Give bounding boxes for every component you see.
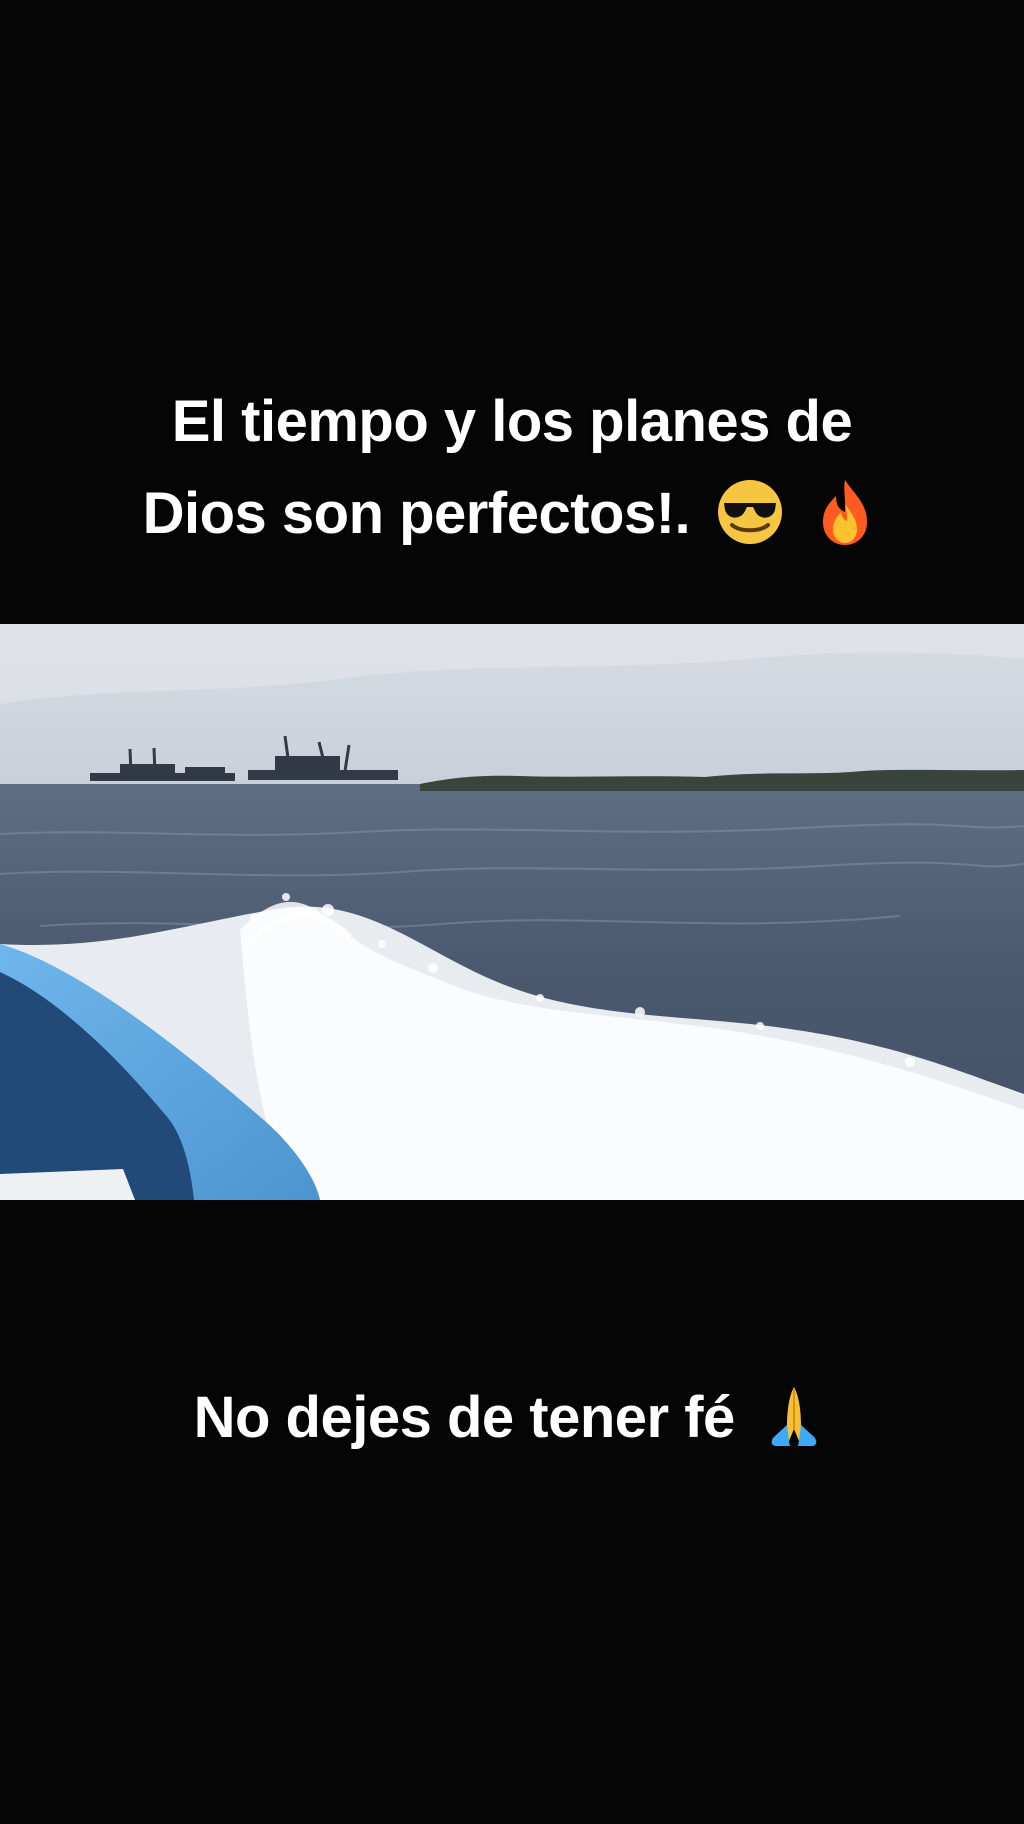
top-caption: El tiempo y los planes de Dios son perfe… xyxy=(0,376,1024,560)
fire-icon xyxy=(809,476,881,548)
top-caption-line-1: El tiempo y los planes de xyxy=(171,389,853,454)
bottom-caption-text: No dejes de tener fé xyxy=(193,1385,736,1450)
top-caption-line-2: Dios son perfectos!. xyxy=(0,468,1024,560)
video-frame[interactable] xyxy=(0,624,1024,1200)
bottom-caption-line: No dejes de tener fé xyxy=(0,1372,1024,1464)
folded-hands-icon xyxy=(758,1380,830,1452)
bottom-caption: No dejes de tener fé xyxy=(0,1372,1024,1464)
boat-wake-scene xyxy=(0,624,1024,1200)
sunglasses-face-icon xyxy=(714,476,786,548)
top-caption-line-2-text: Dios son perfectos!. xyxy=(142,481,691,546)
